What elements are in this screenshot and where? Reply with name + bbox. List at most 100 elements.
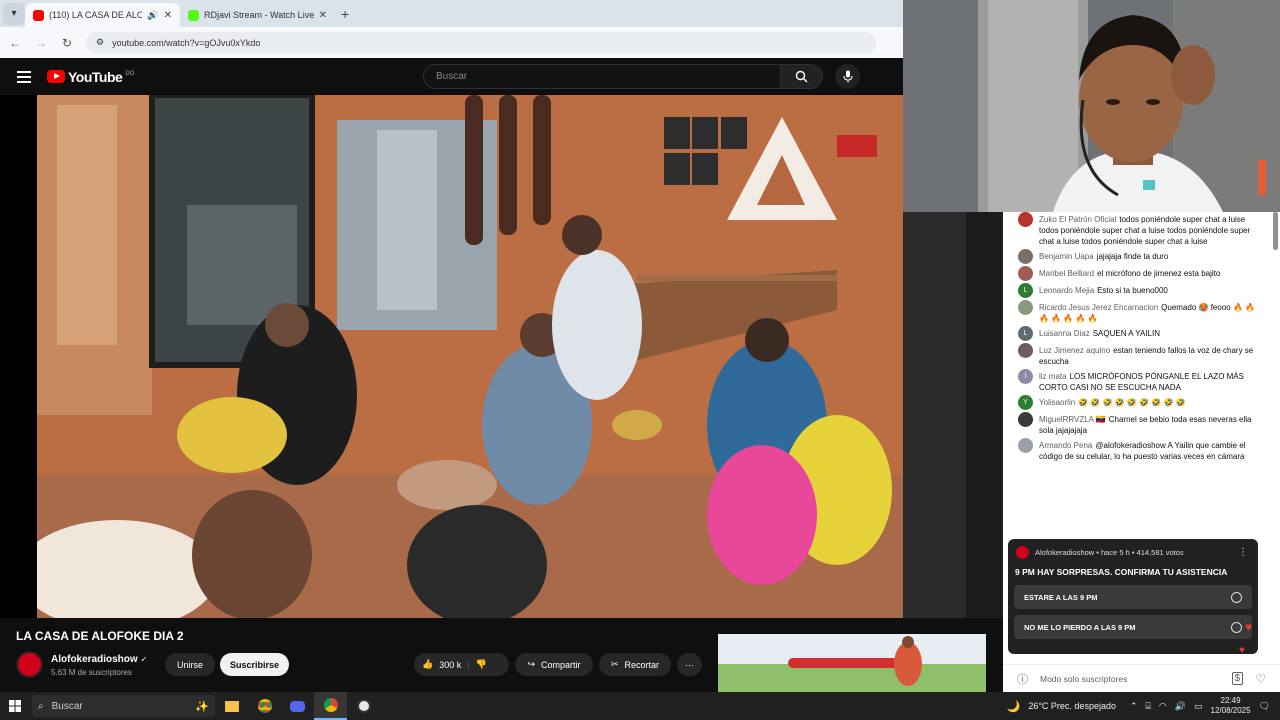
tab-youtube[interactable]: (110) LA CASA DE ALOFOKE 🔊 ✕ [25, 3, 180, 27]
tab-kick[interactable]: RDjavi Stream - Watch Live on Kick ✕ [180, 3, 335, 27]
poll-option-2[interactable]: NO ME LO PIERDO A LAS 9 PM [1014, 615, 1252, 639]
search-input[interactable]: Buscar [423, 64, 781, 89]
radio-icon[interactable] [1231, 591, 1242, 603]
volume-icon[interactable]: 🔊 [1175, 701, 1186, 712]
join-button[interactable]: Unirse [165, 653, 215, 676]
chat-author-name[interactable]: Leonardo Mejia [1039, 286, 1094, 295]
file-explorer-icon[interactable] [215, 692, 248, 720]
ad-banner[interactable] [718, 634, 986, 692]
voice-search-button[interactable] [835, 64, 860, 89]
chrome-active-icon[interactable] [314, 692, 347, 720]
chat-message[interactable]: Zuko El Patrón Oficial todos poniéndole s… [1003, 212, 1271, 249]
subscribe-button[interactable]: Suscribirse [220, 653, 289, 676]
chat-author-avatar[interactable] [1018, 212, 1033, 227]
youtube-play-icon [47, 70, 65, 83]
chat-message[interactable]: Luz Jimenez aquino estan teniendo fallos … [1003, 343, 1271, 369]
country-code: DO [125, 70, 135, 77]
menu-icon[interactable] [17, 70, 31, 83]
chat-message[interactable]: L Leonardo Mejia Esto si ta bueno000 [1003, 283, 1271, 300]
close-tab-icon[interactable]: ✕ [319, 10, 327, 21]
close-tab-icon[interactable]: ✕ [164, 10, 172, 21]
chat-message-list[interactable]: Zuko El Patrón Oficial todos poniéndole s… [1003, 212, 1271, 537]
chat-message[interactable]: Armando Pena @alofokeradioshow A Yailin q… [1003, 438, 1271, 464]
chat-message[interactable]: L Luisanna Diaz SAQUEN A YAILIN [1003, 326, 1271, 343]
chat-author-avatar[interactable] [1018, 343, 1033, 358]
like-icon[interactable]: 👍 [422, 659, 433, 670]
search-icon [795, 70, 808, 83]
channel-name[interactable]: Alofokeradioshow ✔ [51, 654, 147, 665]
chat-message[interactable]: l liz mata LOS MICRÓFONOS PÓNGANLE EL LAZO… [1003, 369, 1271, 395]
more-actions-button[interactable]: ··· [677, 653, 702, 676]
battery-icon[interactable]: ▭ [1194, 701, 1203, 712]
share-button[interactable]: ↪ Compartir [515, 653, 593, 676]
chat-author-name[interactable]: Maribel Belliard [1039, 269, 1094, 278]
search-button[interactable] [781, 64, 823, 89]
chat-message[interactable]: MiguelRRVZLA 🇻🇪 Charnel se bebio toda esa… [1003, 412, 1271, 438]
site-info-icon[interactable]: ⚙ [96, 37, 104, 48]
chat-author-name[interactable]: liz mata [1039, 372, 1067, 381]
video-player[interactable] [0, 95, 903, 618]
chat-author-avatar[interactable] [1018, 249, 1033, 264]
chat-author-name[interactable]: Luz Jimenez aquino [1039, 346, 1110, 355]
chat-author-avatar[interactable] [1018, 438, 1033, 453]
chat-author-name[interactable]: MiguelRRVZLA 🇻🇪 [1039, 415, 1106, 424]
chat-author-avatar[interactable]: Y [1018, 395, 1033, 410]
chat-author-name[interactable]: Benjamin Uapa [1039, 252, 1094, 261]
poll-more-icon[interactable]: ⋮ [1238, 547, 1248, 558]
reload-icon[interactable]: ↻ [60, 36, 74, 50]
chat-author-name[interactable]: Ricardo Jesus Jerez Encarnacion [1039, 303, 1158, 312]
chat-message[interactable]: Ricardo Jesus Jerez Encarnacion Quemado 🥵… [1003, 300, 1271, 326]
chat-scrollbar[interactable] [1273, 212, 1278, 652]
tab-title: (110) LA CASA DE ALOFOKE [49, 10, 143, 20]
chat-author-avatar[interactable] [1018, 266, 1033, 281]
audio-icon[interactable]: 🔊 [147, 10, 158, 21]
discord-icon[interactable] [281, 692, 314, 720]
weather-icon[interactable]: 🌙 [1007, 700, 1021, 713]
dislike-icon[interactable]: 👎 [476, 659, 487, 670]
youtube-favicon-icon [33, 9, 44, 21]
chat-author-avatar[interactable]: l [1018, 369, 1033, 384]
back-arrow-icon[interactable]: ← [8, 36, 22, 50]
new-tab-button[interactable]: + [341, 6, 349, 22]
chat-author-name[interactable]: Armando Pena [1039, 441, 1092, 450]
chat-author-avatar[interactable] [1018, 412, 1033, 427]
network-icon[interactable]: ⌸ [1146, 701, 1151, 712]
forward-arrow-icon[interactable]: → [34, 36, 48, 50]
url-text: youtube.com/watch?v=gOJvu0xYkdo [112, 37, 261, 48]
url-field[interactable]: ⚙ youtube.com/watch?v=gOJvu0xYkdo [86, 31, 876, 54]
radio-icon[interactable] [1231, 621, 1242, 633]
chat-message[interactable]: Benjamin Uapa jajajaja finde ta duro [1003, 249, 1271, 266]
chat-author-avatar[interactable]: L [1018, 326, 1033, 341]
poll-header: Alofokeradioshow • hace 5 h • 414,581 vo… [1008, 539, 1258, 559]
taskbar-search[interactable]: ⌕ Buscar ✨ [32, 695, 215, 717]
clip-button[interactable]: ✂ Recortar [599, 653, 671, 676]
chat-message[interactable]: Maribel Belliard el micrófono de jimenez … [1003, 266, 1271, 283]
wifi-icon[interactable]: ◠ [1159, 701, 1167, 712]
weather-text[interactable]: 26°C Prec. despejado [1028, 701, 1116, 711]
obs-icon[interactable] [347, 692, 380, 720]
windows-taskbar: ⌕ Buscar ✨ 🌙 26°C Prec. despejado ⌃ ⌸ ◠ … [0, 692, 1280, 720]
tab-search-button[interactable]: ▾ [3, 2, 25, 25]
info-icon[interactable]: ⓘ [1017, 671, 1028, 687]
chat-author-avatar[interactable]: L [1018, 283, 1033, 298]
start-button[interactable] [0, 700, 30, 712]
clock[interactable]: 22:49 12/08/2025 [1211, 696, 1251, 716]
chat-author-avatar[interactable] [1018, 300, 1033, 315]
chat-message[interactable]: Y Yolisaorlin 🤣 🤣 🤣 🤣 🤣 🤣 🤣 🤣 🤣 [1003, 395, 1271, 412]
chrome-icon[interactable] [248, 692, 281, 720]
superchat-icon[interactable]: $ [1231, 672, 1244, 685]
chat-scrollbar-thumb[interactable] [1273, 212, 1278, 250]
ad-image [718, 634, 986, 692]
chat-author-name[interactable]: Yolisaorlin [1039, 398, 1075, 407]
like-count[interactable]: 300 k [439, 660, 461, 670]
youtube-logo[interactable]: YouTube DO [47, 69, 134, 85]
video-frame[interactable] [37, 95, 903, 618]
tray-chevron-icon[interactable]: ⌃ [1130, 701, 1138, 712]
heart-icon[interactable]: ♡ [1255, 672, 1266, 686]
chat-author-name[interactable]: Luisanna Diaz [1039, 329, 1090, 338]
browser-tab-bar: ▾ (110) LA CASA DE ALOFOKE 🔊 ✕ RDjavi St… [0, 0, 903, 27]
notification-icon[interactable]: 🗨 [1259, 701, 1270, 712]
channel-avatar[interactable] [16, 651, 43, 678]
chat-author-name[interactable]: Zuko El Patrón Oficial [1039, 215, 1116, 224]
poll-option-1[interactable]: ESTARE A LAS 9 PM [1014, 585, 1252, 609]
